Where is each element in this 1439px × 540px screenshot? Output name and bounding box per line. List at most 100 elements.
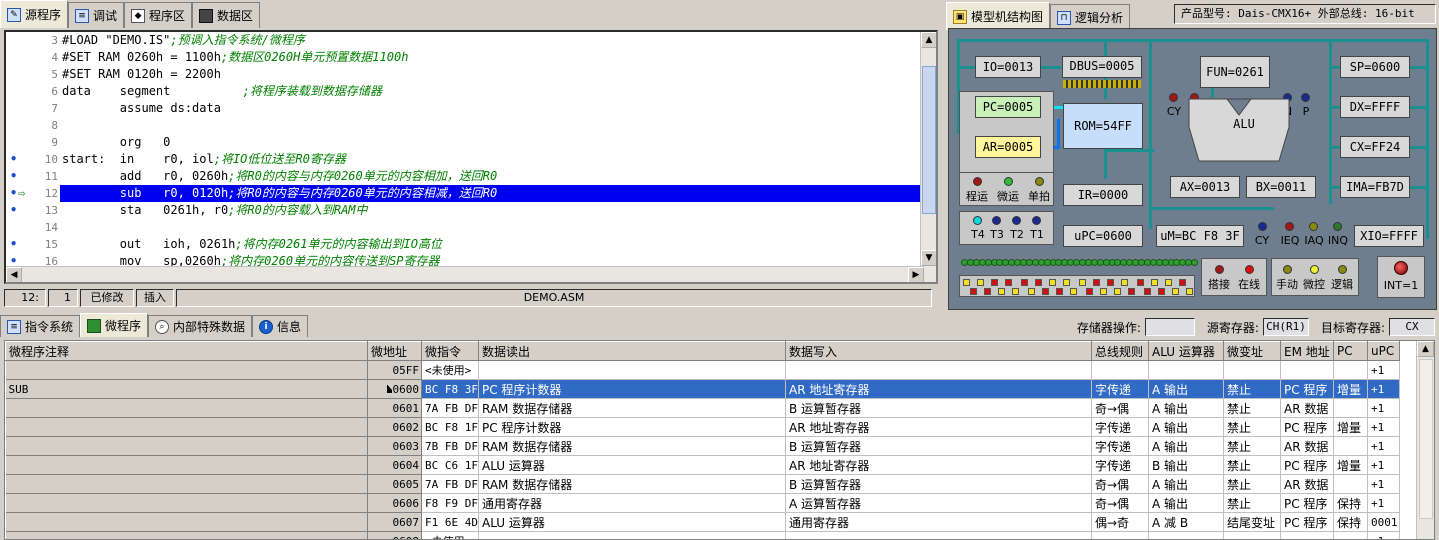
table-cell[interactable]: A 输出 [1148, 398, 1224, 418]
code-line[interactable]: • ⇨ 12 sub r0, 0120h;将R0的内容与内存0260单元的内容相减，… [6, 185, 924, 202]
table-cell[interactable]: 字传递 [1091, 417, 1149, 437]
table-cell[interactable]: A 运算暂存器 [785, 493, 1092, 513]
column-header[interactable]: EM 地址 [1279, 341, 1334, 361]
table-cell[interactable]: PC 程序 [1280, 512, 1334, 532]
table-cell[interactable]: BC F8 3F [421, 379, 479, 399]
table-row[interactable]: 0605 7A FB DF RAM 数据存储器 B 运算暂存器 奇→偶 A 输出 禁止 AR … [5, 474, 1400, 494]
table-cell[interactable] [1333, 398, 1368, 418]
code-editor[interactable]: 3 #LOAD "DEMO.IS";预调入指令系统/微程序 4 #SET RAM 02… [4, 30, 938, 284]
table-cell[interactable]: F8 F9 DF [421, 493, 479, 513]
table-cell[interactable]: PC 程序 [1280, 493, 1334, 513]
table-cell[interactable] [1333, 531, 1368, 539]
scroll-right-icon[interactable]: ▶ [908, 267, 924, 282]
tab-microprogram[interactable]: 微程序 [80, 313, 149, 337]
table-cell[interactable]: 奇→偶 [1091, 474, 1149, 494]
table-cell[interactable] [1148, 360, 1224, 380]
code-line[interactable]: 3 #LOAD "DEMO.IS";预调入指令系统/微程序 [6, 32, 924, 49]
table-cell[interactable]: B 运算暂存器 [785, 398, 1092, 418]
table-cell[interactable]: A 输出 [1148, 474, 1224, 494]
tab-data[interactable]: 数据区 [192, 2, 261, 28]
breakpoint-marker-icon[interactable]: • [10, 185, 17, 202]
table-cell[interactable] [1148, 531, 1224, 539]
table-cell[interactable]: 7A FB DF [421, 474, 479, 494]
column-header[interactable]: 微程序注释 [5, 341, 368, 361]
table-cell[interactable]: B 输出 [1148, 455, 1224, 475]
table-cell[interactable]: A 输出 [1148, 417, 1224, 437]
table-cell[interactable]: A 输出 [1148, 436, 1224, 456]
scroll-up-icon[interactable]: ▲ [921, 32, 936, 48]
code-line[interactable]: 7 assume ds:data [6, 100, 924, 117]
table-cell[interactable]: BC C6 1F [421, 455, 479, 475]
table-cell[interactable]: 禁止 [1223, 455, 1281, 475]
table-cell[interactable] [1091, 531, 1149, 539]
table-cell[interactable]: 通用寄存器 [478, 493, 786, 513]
column-header[interactable]: 微指令 [421, 341, 479, 361]
table-cell[interactable]: AR 地址寄存器 [785, 455, 1092, 475]
table-cell[interactable]: B 运算暂存器 [785, 474, 1092, 494]
table-cell[interactable]: 通用寄存器 [785, 512, 1092, 532]
table-cell[interactable]: 保持 [1333, 493, 1368, 513]
tab-instruction-system[interactable]: ≡ 指令系统 [0, 315, 81, 337]
column-header[interactable]: 总线规则 [1090, 341, 1149, 361]
code-line[interactable]: • 15 out ioh, 0261h;将内存0261单元的内容输出到IO高位 [6, 236, 924, 253]
tab-source[interactable]: ✎ 源程序 [0, 0, 69, 28]
table-cell[interactable] [1091, 360, 1149, 380]
table-row[interactable]: 0603 7B FB DF RAM 数据存储器 B 运算暂存器 字传递 A 输出 禁止 AR … [5, 436, 1400, 456]
table-cell[interactable]: 字传递 [1091, 436, 1149, 456]
column-header[interactable]: uPC [1366, 341, 1400, 361]
editor-horizontal-scrollbar[interactable]: ◀ ▶ [6, 266, 924, 282]
table-cell[interactable]: RAM 数据存储器 [478, 474, 786, 494]
table-cell[interactable]: 偶→奇 [1091, 512, 1149, 532]
table-cell[interactable]: <未使用> [421, 531, 479, 539]
table-cell[interactable]: +1 [1367, 531, 1400, 539]
table-cell[interactable] [1280, 531, 1334, 539]
code-line[interactable]: 5 #SET RAM 0120h = 2200h [6, 66, 924, 83]
table-row[interactable]: 05FF <未使用> +1 [5, 360, 1400, 380]
table-cell[interactable]: 禁止 [1223, 379, 1281, 399]
table-cell[interactable] [478, 360, 786, 380]
code-line[interactable]: 14 [6, 219, 924, 236]
scroll-left-icon[interactable]: ◀ [6, 267, 22, 282]
column-header[interactable]: ALU 运算器 [1147, 341, 1224, 361]
table-row[interactable]: 0606 F8 F9 DF 通用寄存器 A 运算暂存器 奇→偶 A 输出 禁止 PC 程序 保持… [5, 493, 1400, 513]
breakpoint-marker-icon[interactable]: • [10, 236, 17, 253]
code-line[interactable]: 9 org 0 [6, 134, 924, 151]
table-cell[interactable]: 禁止 [1223, 417, 1281, 437]
table-vertical-scrollbar[interactable]: ▲ [1416, 341, 1434, 539]
table-cell[interactable]: +1 [1367, 360, 1400, 380]
breakpoint-marker-icon[interactable]: • [10, 151, 17, 168]
table-cell[interactable]: <未使用> [421, 360, 479, 380]
table-scroll-up-icon[interactable]: ▲ [1417, 341, 1434, 357]
table-scroll-thumb[interactable] [1419, 359, 1433, 519]
table-cell[interactable]: 增量 [1333, 455, 1368, 475]
microprogram-table[interactable]: 微程序注释 微地址 微指令 数据读出 数据写入 总线规则 ALU 运算器 微变址 EM 地址 PC… [4, 340, 1435, 540]
table-cell[interactable]: RAM 数据存储器 [478, 398, 786, 418]
table-cell[interactable]: +1 [1367, 398, 1400, 418]
code-line[interactable]: 4 #SET RAM 0260h = 1100h;数据区0260H单元预置数据11… [6, 49, 924, 66]
table-cell[interactable]: +1 [1367, 455, 1400, 475]
tab-logic-analysis[interactable]: ⊓ 逻辑分析 [1050, 4, 1131, 30]
table-cell[interactable]: 7A FB DF [421, 398, 479, 418]
table-cell[interactable]: +1 [1367, 474, 1400, 494]
table-cell[interactable]: BC F8 1F [421, 417, 479, 437]
table-cell[interactable]: 0001 [1367, 512, 1400, 532]
table-cell[interactable]: A 输出 [1148, 493, 1224, 513]
table-cell[interactable]: 7B FB DF [421, 436, 479, 456]
table-cell[interactable] [1280, 360, 1334, 380]
scroll-down-icon[interactable]: ▼ [921, 250, 936, 266]
column-header[interactable]: 微地址 [367, 341, 422, 361]
table-cell[interactable]: PC 程序 [1280, 417, 1334, 437]
column-header[interactable]: 数据读出 [477, 341, 786, 361]
table-cell[interactable]: RAM 数据存储器 [478, 436, 786, 456]
table-cell[interactable]: 增量 [1333, 417, 1368, 437]
tab-info[interactable]: i 信息 [252, 315, 309, 337]
table-cell[interactable] [785, 531, 1092, 539]
table-cell[interactable]: A 减 B [1148, 512, 1224, 532]
table-cell[interactable]: A 输出 [1148, 379, 1224, 399]
table-row[interactable]: 0602 BC F8 1F PC 程序计数器 AR 地址寄存器 字传递 A 输出 禁止 PC … [5, 417, 1400, 437]
table-cell[interactable] [1223, 360, 1281, 380]
column-header[interactable]: PC [1332, 341, 1368, 361]
table-cell[interactable]: ALU 运算器 [478, 455, 786, 475]
table-cell[interactable] [785, 360, 1092, 380]
table-cell[interactable]: AR 数据 [1280, 436, 1334, 456]
